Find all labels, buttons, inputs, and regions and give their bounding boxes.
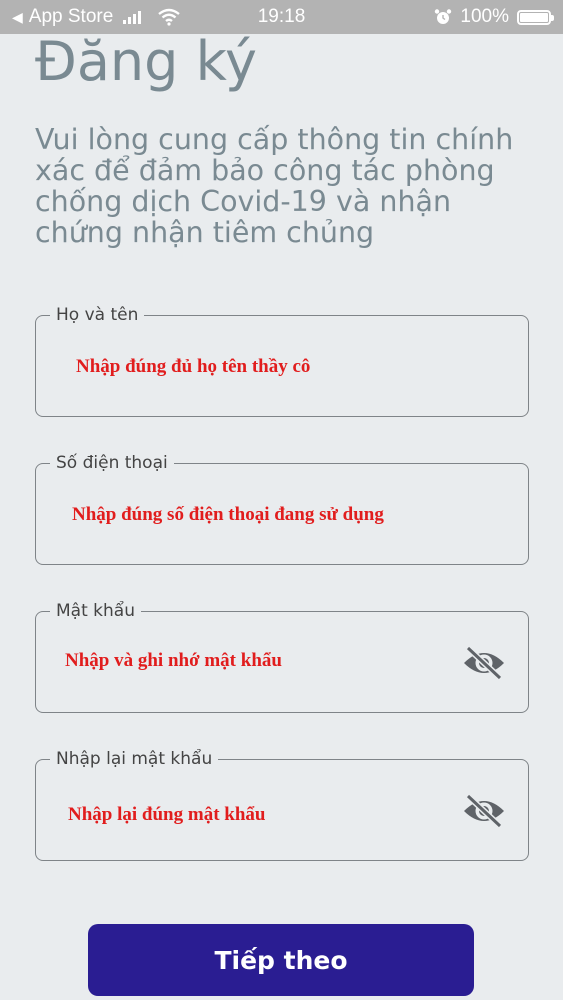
eye-off-icon[interactable] <box>462 645 506 681</box>
status-bar: ◀ App Store 19:18 100% <box>0 0 563 34</box>
password-field[interactable]: Mật khẩu Nhập và ghi nhớ mật khẩu <box>35 600 529 713</box>
eye-off-icon[interactable] <box>462 793 506 829</box>
confirm-password-input-value[interactable]: Nhập lại đúng mật khẩu <box>68 804 265 826</box>
page-title: Đăng ký <box>35 30 257 93</box>
battery-icon <box>517 9 554 25</box>
status-bar-right: 100% <box>434 6 554 28</box>
phone-input-value[interactable]: Nhập đúng số điện thoại đang sử dụng <box>72 504 384 526</box>
password-input-value[interactable]: Nhập và ghi nhớ mật khẩu <box>65 650 282 672</box>
next-button[interactable]: Tiếp theo <box>88 924 474 996</box>
full-name-field[interactable]: Họ và tên Nhập đúng đủ họ tên thầy cô <box>35 304 529 417</box>
full-name-input-value[interactable]: Nhập đúng đủ họ tên thầy cô <box>76 356 310 378</box>
full-name-label: Họ và tên <box>50 304 145 326</box>
alarm-icon <box>435 9 452 24</box>
confirm-password-label: Nhập lại mật khẩu <box>50 748 219 770</box>
phone-label: Số điện thoại <box>50 452 174 474</box>
password-label: Mật khẩu <box>50 600 141 622</box>
battery-fill <box>520 12 548 22</box>
phone-field[interactable]: Số điện thoại Nhập đúng số điện thoại đa… <box>35 452 529 565</box>
confirm-password-field[interactable]: Nhập lại mật khẩu Nhập lại đúng mật khẩu <box>35 748 529 861</box>
page-subtitle: Vui lòng cung cấp thông tin chính xác để… <box>35 123 514 249</box>
battery-percent: 100% <box>460 6 509 27</box>
